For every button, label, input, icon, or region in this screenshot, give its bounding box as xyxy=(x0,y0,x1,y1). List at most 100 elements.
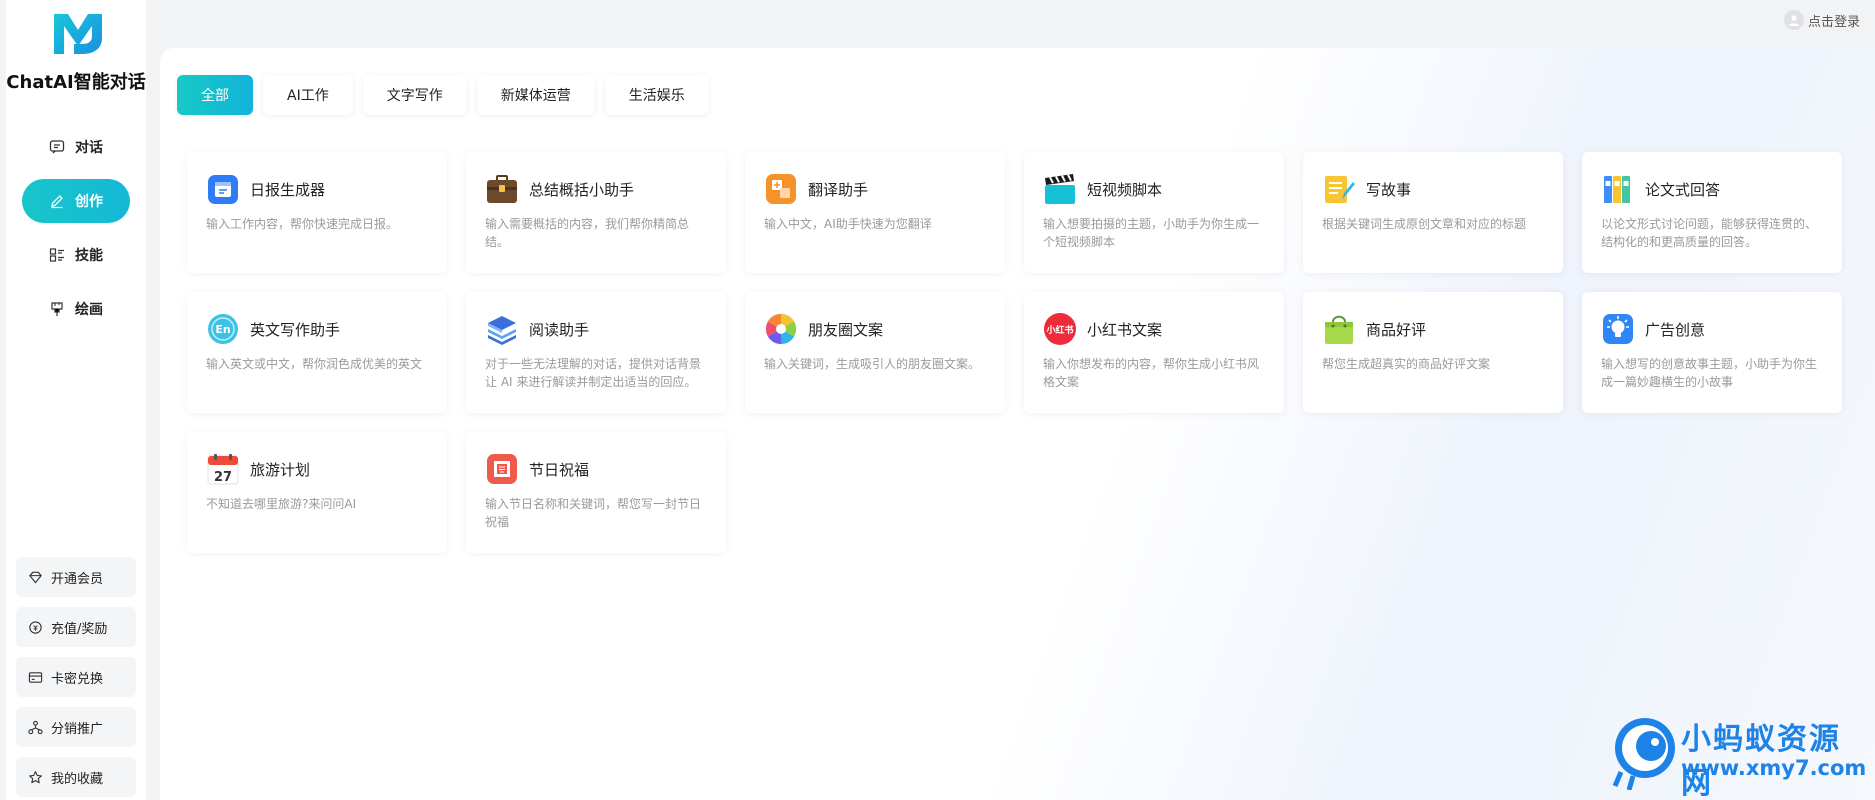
login-label: 点击登录 xyxy=(1807,14,1860,30)
nav-item-label: 技能 xyxy=(75,248,103,264)
pen-icon xyxy=(51,195,63,209)
favorites-button[interactable]: 我的收藏 xyxy=(16,757,136,797)
vip-button[interactable]: 开通会员 xyxy=(16,557,136,597)
card-desc: 输入英文或中文，帮你润色成优美的英文 xyxy=(206,357,423,371)
ant-logo-icon xyxy=(1612,718,1675,790)
distribution-button[interactable]: 分销推广 xyxy=(16,707,136,747)
diamond-icon xyxy=(29,571,42,584)
tab-lifestyle[interactable]: 生活娱乐 xyxy=(604,75,709,115)
clapperboard-icon xyxy=(1045,174,1075,204)
app-logo xyxy=(54,14,102,54)
recharge-button[interactable]: 充值/奖励 xyxy=(16,607,136,647)
shopping-bag-icon xyxy=(1325,315,1353,344)
category-tabs: 全部 AI工作 文字写作 新媒体运营 生活娱乐 xyxy=(177,75,709,115)
recharge-icon xyxy=(29,620,42,634)
app-card-essay[interactable]: 论文式回答 以论文形式讨论问题，能够获得连贯的、结构化的和更高质量的回答。 xyxy=(1582,152,1842,273)
card-title: 总结概括小助手 xyxy=(529,180,635,199)
avatar xyxy=(1783,10,1804,30)
brush-icon xyxy=(51,302,63,316)
app-card-video-script[interactable]: 短视频脚本 输入想要拍摄的主题，小助手为你生成一个短视频脚本 xyxy=(1024,152,1284,273)
card-desc: 帮您生成超真实的商品好评文案 xyxy=(1322,357,1491,371)
app-card-ad-creative[interactable]: 广告创意 输入想写的创意故事主题，小助手为你生成一篇妙趣横生的小故事 xyxy=(1582,292,1842,413)
card-title: 朋友圈文案 xyxy=(808,320,884,339)
tab-new-media[interactable]: 新媒体运营 xyxy=(476,75,595,115)
notepad-icon xyxy=(1325,176,1355,203)
svg-text:小红书: 小红书 xyxy=(1045,324,1073,336)
card-title: 英文写作助手 xyxy=(250,320,341,339)
user-icon xyxy=(1788,15,1799,26)
tab-ai-work[interactable]: AI工作 xyxy=(263,75,353,115)
sidebar-bottom-menu: 开通会员 充值/奖励 卡密兑换 分销推广 我的收藏 xyxy=(16,557,136,800)
app-card-translate[interactable]: 翻译助手 输入中文，AI助手快速为您翻译 xyxy=(745,152,1005,273)
sidebar: ChatAI智能对话 对话 创作 技能 绘画 开通会员 充值/奖励 卡密兑换 分… xyxy=(6,0,146,800)
card-title: 节日祝福 xyxy=(529,460,590,479)
login-button[interactable]: 点击登录 xyxy=(1783,9,1860,31)
calendar-report-icon xyxy=(208,175,238,204)
books-icon xyxy=(488,316,516,345)
nav-item-chat[interactable]: 对话 xyxy=(22,125,130,169)
tab-all[interactable]: 全部 xyxy=(177,75,253,115)
card-title: 翻译助手 xyxy=(808,180,869,199)
card-title: 旅游计划 xyxy=(250,460,311,479)
card-desc: 输入想要拍摄的主题，小助手为你生成一个短视频脚本 xyxy=(1043,217,1260,249)
app-card-english-writing[interactable]: En 英文写作助手 输入英文或中文，帮你润色成优美的英文 xyxy=(187,292,447,413)
app-card-product-review[interactable]: 商品好评 帮您生成超真实的商品好评文案 xyxy=(1303,292,1563,413)
favorites-label: 我的收藏 xyxy=(51,771,104,787)
binders-icon xyxy=(1604,176,1630,203)
skills-icon xyxy=(49,248,64,262)
recharge-label: 充值/奖励 xyxy=(51,621,108,637)
app-card-reading[interactable]: 阅读助手 对于一些无法理解的对话，提供对话背景让 AI 来进行解读并制定出适当的… xyxy=(466,292,726,413)
app-card-grid: 日报生成器 输入工作内容，帮你快速完成日报。 总结概括小助手 输入需要概括的内容… xyxy=(187,152,1842,553)
app-card-summary[interactable]: 总结概括小助手 输入需要概括的内容，我们帮你精简总结。 xyxy=(466,152,726,273)
vip-label: 开通会员 xyxy=(51,571,104,587)
card-desc: 输入想写的创意故事主题，小助手为你生成一篇妙趣横生的小故事 xyxy=(1601,357,1818,389)
card-desc: 输入节日名称和关键词，帮您写一封节日祝福 xyxy=(485,497,702,529)
card-desc: 输入关键词，生成吸引人的朋友圈文案。 xyxy=(764,357,981,371)
card-desc: 输入需要概括的内容，我们帮你精简总结。 xyxy=(485,217,690,249)
card-desc: 根据关键词生成原创文章和对应的标题 xyxy=(1322,217,1527,231)
svg-text:En: En xyxy=(215,323,230,336)
card-icon xyxy=(28,671,43,683)
card-desc: 以论文形式讨论问题，能够获得连贯的、结构化的和更高质量的回答。 xyxy=(1601,217,1818,249)
card-title: 商品好评 xyxy=(1366,320,1427,339)
greeting-card-icon xyxy=(487,454,517,484)
card-redeem-button[interactable]: 卡密兑换 xyxy=(16,657,136,697)
nav-item-drawing[interactable]: 绘画 xyxy=(22,287,130,331)
app-card-holiday-greeting[interactable]: 节日祝福 输入节日名称和关键词，帮您写一封节日祝福 xyxy=(466,432,726,553)
translate-icon xyxy=(766,174,796,204)
english-icon: En xyxy=(208,314,238,344)
watermark-url: www.xmy7.com xyxy=(1681,756,1867,780)
star-icon xyxy=(29,770,42,783)
app-card-travel[interactable]: 27 旅游计划 不知道去哪里旅游?来问问AI xyxy=(187,432,447,553)
app-card-daily-report[interactable]: 日报生成器 输入工作内容，帮你快速完成日报。 xyxy=(187,152,447,273)
tab-writing[interactable]: 文字写作 xyxy=(362,75,467,115)
calendar-27-icon: 27 xyxy=(207,454,239,485)
app-card-story[interactable]: 写故事 根据关键词生成原创文章和对应的标题 xyxy=(1303,152,1563,273)
card-title: 广告创意 xyxy=(1645,320,1706,339)
card-title: 写故事 xyxy=(1366,180,1412,199)
share-network-icon xyxy=(28,720,43,734)
card-redeem-label: 卡密兑换 xyxy=(51,671,104,687)
card-title: 日报生成器 xyxy=(250,180,326,199)
nav-item-label: 绘画 xyxy=(75,302,103,318)
nav-item-create[interactable]: 创作 xyxy=(22,179,130,223)
lightbulb-icon xyxy=(1603,314,1633,344)
main-panel: 全部 AI工作 文字写作 新媒体运营 生活娱乐 日报生成器 输入工作内容，帮你快… xyxy=(160,48,1875,800)
site-watermark: 小蚂蚁资源网 www.xmy7.com xyxy=(1611,712,1866,800)
nav-item-skills[interactable]: 技能 xyxy=(22,233,130,277)
briefcase-icon xyxy=(487,175,517,203)
card-title: 论文式回答 xyxy=(1645,180,1721,199)
card-desc: 输入中文，AI助手快速为您翻译 xyxy=(764,217,932,231)
card-title: 短视频脚本 xyxy=(1087,180,1163,199)
chat-icon xyxy=(49,140,65,154)
svg-text:27: 27 xyxy=(214,470,232,485)
app-card-moments[interactable]: 朋友圈文案 输入关键词，生成吸引人的朋友圈文案。 xyxy=(745,292,1005,413)
card-desc: 对于一些无法理解的对话，提供对话背景让 AI 来进行解读并制定出适当的回应。 xyxy=(485,357,702,389)
sidebar-nav: 对话 创作 技能 绘画 xyxy=(6,125,146,341)
distribution-label: 分销推广 xyxy=(51,721,104,737)
nav-item-label: 对话 xyxy=(75,140,103,156)
nav-item-label: 创作 xyxy=(75,194,103,210)
app-title: ChatAI智能对话 xyxy=(6,72,146,93)
card-title: 小红书文案 xyxy=(1087,320,1163,339)
app-card-xiaohongshu[interactable]: 小红书 小红书文案 输入你想发布的内容，帮你生成小红书风格文案 xyxy=(1024,292,1284,413)
